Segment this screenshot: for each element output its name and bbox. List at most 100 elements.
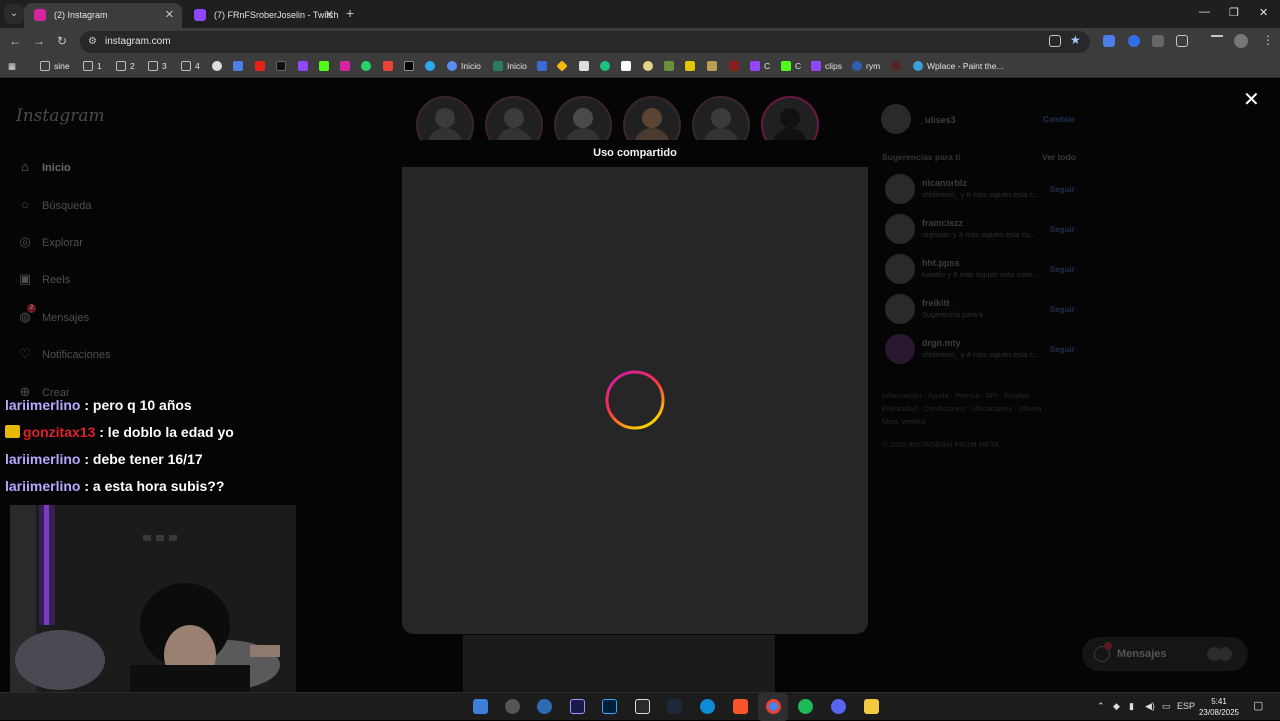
bookmark-twitch-icon[interactable]	[298, 61, 312, 71]
close-modal-button[interactable]: ✕	[1243, 87, 1260, 112]
profile-avatar[interactable]	[1234, 34, 1248, 48]
nav-messages[interactable]: ◍ 2 Mensajes	[16, 304, 89, 325]
bookmark-telegram-icon[interactable]	[425, 61, 439, 71]
files-app-icon[interactable]	[473, 699, 488, 714]
volume-icon[interactable]: ◀)	[1145, 701, 1155, 712]
usb-icon[interactable]: ▮	[1129, 701, 1134, 712]
tray-app-icon[interactable]: ◆	[1113, 701, 1120, 712]
nav-home[interactable]: ⌂ Inicio	[16, 159, 71, 174]
tab-instagram[interactable]: (2) Instagram ✕	[24, 3, 182, 28]
suggestion-username[interactable]: hht.ppss	[922, 258, 960, 268]
bookmark-twitch-c[interactable]: C	[750, 61, 770, 71]
epic-games-icon[interactable]	[635, 699, 650, 714]
bookmark-instagram-icon[interactable]	[340, 61, 354, 71]
bookmark-red-icon[interactable]	[729, 61, 743, 71]
edge-icon[interactable]	[700, 699, 715, 714]
bookmark-folder-4[interactable]: 4	[181, 61, 200, 71]
bookmark-folder-sine[interactable]: sine	[40, 61, 70, 71]
close-window-button[interactable]: ✕	[1259, 6, 1268, 19]
bookmark-translate-icon[interactable]	[233, 61, 247, 71]
tab-twitch[interactable]: (7) FRnFSroberJoselin - Twitch ✕	[184, 3, 342, 28]
minimize-button[interactable]: —	[1199, 6, 1210, 18]
vpn-extension-icon[interactable]	[1128, 35, 1140, 47]
address-bar[interactable]: ⚙ instagram.com	[80, 31, 1090, 53]
follow-button[interactable]: Seguir	[1050, 225, 1075, 234]
bookmark-wplace[interactable]: Wplace - Paint the...	[913, 61, 1004, 71]
bookmark-star-icon[interactable]: ★	[1070, 33, 1082, 47]
bookmark-cross-icon[interactable]	[579, 61, 593, 71]
bookmark-kick-icon[interactable]	[319, 61, 333, 71]
bookmark-chatgpt-icon[interactable]	[600, 61, 614, 71]
bookmark-inicio-1[interactable]: Inicio	[447, 61, 481, 71]
forward-button[interactable]: →	[33, 34, 45, 48]
bookmark-threads-icon[interactable]	[212, 61, 226, 71]
suggestion-avatar[interactable]	[885, 334, 915, 364]
steam-icon[interactable]	[667, 699, 682, 714]
follow-button[interactable]: Seguir	[1050, 265, 1075, 274]
tray-chevron-icon[interactable]: ⌃	[1097, 701, 1105, 712]
bookmark-leaf-icon[interactable]	[664, 61, 678, 71]
suggestion-avatar[interactable]	[885, 174, 915, 204]
nav-notifications[interactable]: ♡ Notificaciones	[16, 346, 110, 362]
apps-grid-icon[interactable]: ▦	[8, 61, 16, 72]
bookmark-folder-2[interactable]: 2	[116, 61, 135, 71]
more-menu-icon[interactable]: ⋮	[1262, 33, 1274, 47]
footer-links[interactable]: Privacidad · Condiciones · Ubicaciones ·…	[882, 404, 1046, 413]
brave-icon[interactable]	[733, 699, 748, 714]
obs-icon[interactable]	[505, 699, 520, 714]
follow-button[interactable]: Seguir	[1050, 345, 1075, 354]
see-all-link[interactable]: Ver todo	[1042, 152, 1076, 162]
nav-search[interactable]: ○ Búsqueda	[16, 197, 91, 212]
extensions-puzzle-icon[interactable]	[1176, 35, 1188, 47]
bookmark-tiktok-icon[interactable]	[276, 61, 290, 71]
reload-button[interactable]: ↻	[57, 34, 67, 48]
bookmark-folder-3[interactable]: 3	[148, 61, 167, 71]
spotify-icon[interactable]	[798, 699, 813, 714]
photoshop-icon[interactable]	[602, 699, 617, 714]
instagram-logo[interactable]: Instagram	[16, 106, 105, 126]
bookmark-crown-icon[interactable]	[707, 61, 721, 71]
bookmark-whatsapp-icon[interactable]	[361, 61, 375, 71]
translate-extension-icon[interactable]	[1103, 35, 1115, 47]
bookmark-clips[interactable]: clips	[811, 61, 842, 71]
premiere-icon[interactable]	[570, 699, 585, 714]
close-tab-icon[interactable]: ✕	[325, 8, 334, 21]
bookmark-gmail-icon[interactable]	[383, 61, 397, 71]
bookmark-x-icon[interactable]	[404, 61, 418, 71]
follow-button[interactable]: Seguir	[1050, 305, 1075, 314]
chrome-icon[interactable]	[766, 699, 781, 714]
bookmark-binance-icon[interactable]	[556, 60, 571, 72]
bookmark-rym[interactable]: rym	[852, 61, 880, 71]
nav-reels[interactable]: ▣ Reels	[16, 271, 70, 287]
bookmark-dark-icon[interactable]	[891, 61, 905, 71]
new-tab-button[interactable]: +	[346, 5, 354, 21]
bookmark-inicio-2[interactable]: Inicio	[493, 61, 527, 71]
switch-account-link[interactable]: Cambiar	[1043, 115, 1075, 124]
suggestion-avatar[interactable]	[885, 254, 915, 284]
footer-links[interactable]: Información · Ayuda · Prensa · API · Emp…	[882, 391, 1034, 400]
nav-explore[interactable]: ◎ Explorar	[16, 234, 83, 250]
discord-icon[interactable]	[831, 699, 846, 714]
bookmark-b-icon[interactable]	[685, 61, 699, 71]
restore-button[interactable]: ❐	[1229, 6, 1239, 19]
language-indicator[interactable]: ESP	[1177, 701, 1195, 711]
p-extension-icon[interactable]	[1152, 35, 1164, 47]
follow-button[interactable]: Seguir	[1050, 185, 1075, 194]
tab-search-button[interactable]: ⌄	[4, 4, 24, 24]
back-button[interactable]: ←	[9, 34, 21, 48]
site-info-icon[interactable]: ⚙	[88, 36, 97, 47]
current-username[interactable]: _ulises3	[920, 115, 956, 125]
suggestion-avatar[interactable]	[885, 294, 915, 324]
clock[interactable]: 5:41 23/08/2025	[1196, 696, 1242, 718]
network-icon[interactable]: ▭	[1162, 701, 1171, 712]
messages-pill[interactable]: Mensajes	[1082, 637, 1248, 671]
media-control-icon[interactable]	[1211, 35, 1223, 43]
bookmark-kick-c[interactable]: C	[781, 61, 801, 71]
bookmark-ellipse-icon[interactable]	[643, 61, 657, 71]
notifications-icon[interactable]: ▢	[1253, 699, 1263, 712]
close-tab-icon[interactable]: ✕	[165, 8, 174, 21]
current-user-avatar[interactable]	[881, 104, 911, 134]
suggestion-username[interactable]: drgn.mty	[922, 338, 961, 348]
edge-alt-icon[interactable]	[537, 699, 552, 714]
file-explorer-icon[interactable]	[864, 699, 879, 714]
